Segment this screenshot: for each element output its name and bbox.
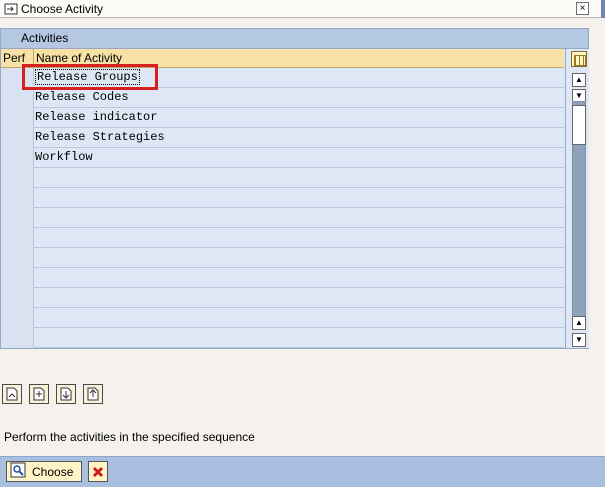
perf-cell[interactable] <box>1 88 34 108</box>
activity-name-cell[interactable]: Workflow <box>35 148 93 167</box>
table-row[interactable] <box>1 168 564 188</box>
table-toolbar <box>2 384 103 404</box>
activity-name-cell[interactable]: Release indicator <box>35 108 157 127</box>
perf-cell[interactable] <box>1 228 34 248</box>
instruction-text: Perform the activities in the specified … <box>4 430 255 444</box>
table-settings-icon[interactable] <box>571 51 587 67</box>
choose-button-label: Choose <box>32 464 74 479</box>
perf-cell[interactable] <box>1 288 34 308</box>
perf-cell[interactable] <box>1 128 34 148</box>
select-block-icon[interactable] <box>56 384 76 404</box>
perf-cell[interactable] <box>1 248 34 268</box>
activity-name-cell[interactable]: Release Strategies <box>35 128 165 147</box>
activity-name-cell[interactable]: Release Codes <box>35 88 129 107</box>
table-row[interactable]: Release Codes <box>1 88 564 108</box>
perf-cell[interactable] <box>1 328 34 348</box>
table-row[interactable]: Release indicator <box>1 108 564 128</box>
scroll-up-button[interactable]: ▲ <box>572 73 586 87</box>
table-row[interactable] <box>1 248 564 268</box>
perf-cell[interactable] <box>1 308 34 328</box>
scroll-page-up-button[interactable]: ▲ <box>572 316 586 330</box>
table-scroll-panel: ▲ ▼ ▲ ▼ <box>565 49 589 348</box>
activities-table: Perf Name of Activity Release Groups Rele… <box>0 48 589 349</box>
activity-name: Release Groups <box>35 69 140 85</box>
perf-cell[interactable] <box>1 148 34 168</box>
table-row[interactable] <box>1 288 564 308</box>
table-row[interactable] <box>1 328 564 348</box>
deselect-icon[interactable] <box>83 384 103 404</box>
window-title: Choose Activity <box>21 1 104 16</box>
perf-cell[interactable] <box>1 268 34 288</box>
table-row[interactable]: Workflow <box>1 148 564 168</box>
perf-cell[interactable] <box>1 108 34 128</box>
title-bar-edge <box>601 0 605 18</box>
table-row[interactable]: Release Groups <box>1 68 564 88</box>
close-button[interactable]: × <box>576 2 589 15</box>
table-row[interactable] <box>1 308 564 328</box>
table-row[interactable] <box>1 228 564 248</box>
table-row[interactable] <box>1 208 564 228</box>
window-icon <box>3 1 19 17</box>
footer-bar: Choose <box>0 456 605 487</box>
cancel-icon[interactable] <box>88 461 108 482</box>
activity-name: Workflow <box>35 150 93 164</box>
title-bar: Choose Activity × <box>0 0 605 18</box>
table-row[interactable]: Release Strategies <box>1 128 564 148</box>
section-title: Activities <box>0 28 589 48</box>
perf-cell[interactable] <box>1 68 34 88</box>
table-header: Perf Name of Activity <box>1 49 564 68</box>
collapse-icon[interactable] <box>29 384 49 404</box>
scrollbar-thumb[interactable] <box>572 105 586 145</box>
choose-icon <box>10 462 26 481</box>
table-body: Release Groups Release Codes Release indic… <box>1 68 564 348</box>
column-header-name[interactable]: Name of Activity <box>36 49 122 68</box>
activity-name-cell[interactable]: Release Groups <box>35 68 140 87</box>
table-row[interactable] <box>1 188 564 208</box>
perf-cell[interactable] <box>1 188 34 208</box>
expand-all-icon[interactable] <box>2 384 22 404</box>
activity-name: Release Codes <box>35 90 129 104</box>
table-row[interactable] <box>1 268 564 288</box>
activity-name: Release Strategies <box>35 130 165 144</box>
choose-button[interactable]: Choose <box>6 461 82 482</box>
scroll-page-down-button[interactable]: ▼ <box>572 333 586 347</box>
perf-cell[interactable] <box>1 168 34 188</box>
column-header-perf[interactable]: Perf <box>1 49 34 68</box>
activity-name: Release indicator <box>35 110 158 124</box>
perf-cell[interactable] <box>1 208 34 228</box>
